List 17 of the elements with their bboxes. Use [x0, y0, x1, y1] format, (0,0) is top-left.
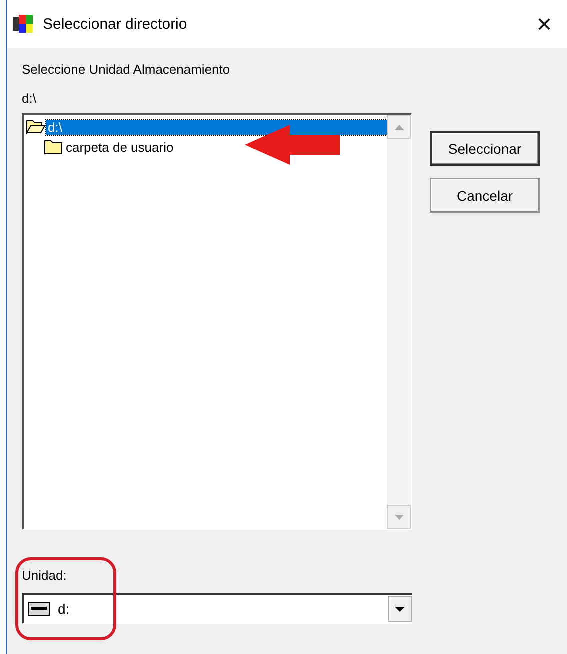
- scroll-up-icon[interactable]: [394, 124, 404, 130]
- folder-list[interactable]: d:\ carpeta de usuario: [22, 113, 412, 530]
- drive-label: Unidad:: [22, 568, 68, 583]
- tree-item[interactable]: carpeta de usuario: [64, 140, 176, 154]
- app-icon: [13, 14, 35, 34]
- drive-icon: [28, 602, 50, 616]
- tree-item[interactable]: d:\: [46, 120, 387, 134]
- current-path: d:\: [22, 91, 38, 106]
- drive-dropdown[interactable]: d:: [22, 593, 412, 624]
- window-title: Seleccionar directorio: [43, 16, 188, 32]
- scroll-down-icon[interactable]: [394, 514, 404, 520]
- prompt-label: Seleccione Unidad Almacenamiento: [22, 62, 232, 77]
- close-button[interactable]: ×: [526, 8, 562, 40]
- dropdown-arrow-icon[interactable]: [395, 606, 405, 612]
- dialog-button[interactable]: Seleccionar: [430, 131, 540, 166]
- dialog-button[interactable]: Cancelar: [430, 178, 540, 213]
- scrollbar[interactable]: [387, 115, 411, 529]
